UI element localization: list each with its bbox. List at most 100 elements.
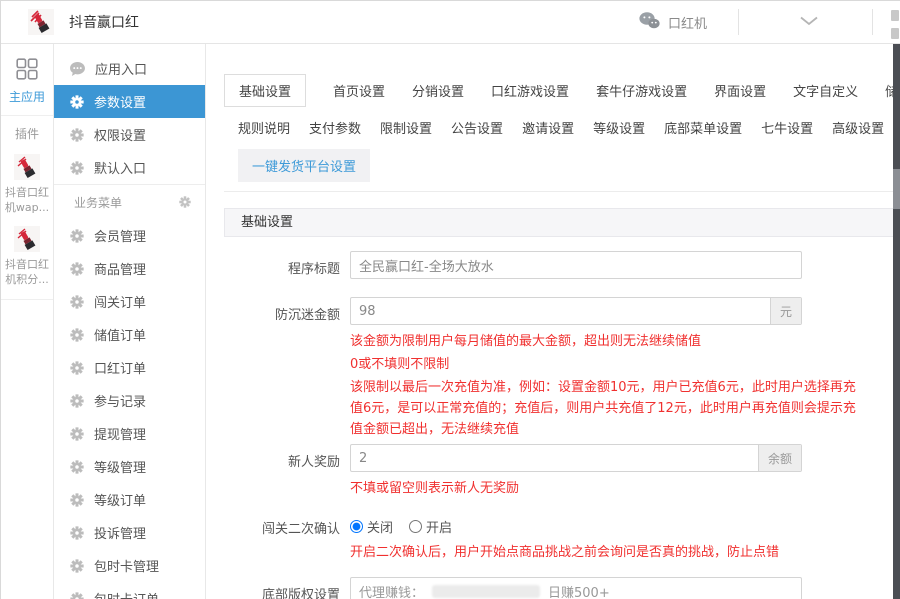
sidebar-item-label: 参数设置 bbox=[94, 96, 147, 111]
sidebar-item-parameter-settings[interactable]: 参数设置 bbox=[54, 85, 205, 118]
tab-分销设置[interactable]: 分销设置 bbox=[412, 75, 464, 106]
gear-icon bbox=[70, 426, 84, 441]
copyright-label: 底部版权设置 bbox=[261, 588, 340, 599]
lipstick-logo-icon bbox=[28, 9, 54, 35]
tab-首页设置[interactable]: 首页设置 bbox=[333, 75, 385, 106]
help-text: 该限制以最后一次充值为准，例如：设置金额10元，用户已充值6元，此时用户选择再充… bbox=[350, 380, 856, 437]
rail-item-main-app[interactable]: 主应用 bbox=[1, 44, 53, 116]
sidebar-item-会员管理[interactable]: 会员管理 bbox=[54, 219, 205, 252]
admin-screen: 抖音赢口红 口红机 主应用 插件 抖音口红机wap... 抖音口红机积分... … bbox=[0, 0, 900, 599]
content-divider bbox=[224, 191, 900, 192]
top-header: 抖音赢口红 口红机 bbox=[1, 1, 900, 44]
sidebar-item-label: 应用入口 bbox=[95, 63, 148, 78]
account-name: 口红机 bbox=[668, 16, 708, 32]
tab-等级设置[interactable]: 等级设置 bbox=[593, 113, 645, 142]
tab-规则说明[interactable]: 规则说明 bbox=[238, 113, 290, 142]
tab-界面设置[interactable]: 界面设置 bbox=[714, 75, 766, 106]
tab-口红游戏设置[interactable]: 口红游戏设置 bbox=[491, 75, 569, 106]
help-text: 不填或留空则表示新人无奖励 bbox=[350, 481, 520, 496]
radio-off-input[interactable] bbox=[350, 520, 363, 533]
second-confirm-label: 闯关二次确认 bbox=[261, 522, 340, 537]
anti-addiction-input[interactable] bbox=[351, 298, 770, 324]
gear-icon bbox=[70, 327, 84, 342]
sidebar-section-business: 业务菜单 bbox=[54, 184, 205, 219]
lipstick-app-icon bbox=[14, 154, 40, 183]
sidebar-item-商品管理[interactable]: 商品管理 bbox=[54, 252, 205, 285]
gear-icon bbox=[70, 261, 84, 276]
sidebar-item-口红订单[interactable]: 口红订单 bbox=[54, 351, 205, 384]
gear-icon bbox=[70, 525, 84, 540]
sidebar-item-闯关订单[interactable]: 闯关订单 bbox=[54, 285, 205, 318]
help-text: 0或不填则不限制 bbox=[350, 357, 450, 372]
lipstick-app-icon bbox=[14, 225, 40, 255]
chevron-down-icon bbox=[800, 15, 818, 30]
gear-icon bbox=[70, 228, 84, 243]
tabs-row-2: 规则说明 支付参数 限制设置 公告设置 邀请设置 等级设置 底部菜单设置 七牛设置 高级设置 bbox=[224, 113, 900, 142]
account-switcher[interactable]: 口红机 bbox=[639, 1, 707, 43]
tab-七牛设置[interactable]: 七牛设置 bbox=[761, 113, 813, 142]
sidebar-item-参与记录[interactable]: 参与记录 bbox=[54, 384, 205, 417]
radio-on[interactable]: 开启 bbox=[409, 517, 452, 536]
sidebar-item-等级管理[interactable]: 等级管理 bbox=[54, 450, 205, 483]
newcomer-reward-input[interactable] bbox=[351, 445, 758, 471]
copyright-input[interactable]: 代理赚钱： 日赚500+ bbox=[350, 577, 802, 599]
gear-icon bbox=[70, 294, 84, 309]
anti-addiction-label: 防沉迷金额 bbox=[274, 308, 340, 323]
clipped-panel-fragment bbox=[891, 28, 899, 39]
sidebar-item-等级订单[interactable]: 等级订单 bbox=[54, 483, 205, 516]
panel-title: 基础设置 bbox=[224, 208, 900, 237]
section-gear-icon[interactable] bbox=[179, 196, 191, 208]
program-title-input[interactable] bbox=[351, 252, 801, 278]
tab-文字自定义[interactable]: 文字自定义 bbox=[793, 75, 858, 106]
menu-business-list: 会员管理 商品管理 闯关订单 储值订单 口红订单 参与记录 提现管理 等级管理 等级订单 投诉管理… bbox=[54, 219, 205, 599]
radio-off[interactable]: 关闭 bbox=[350, 517, 393, 536]
header-divider bbox=[738, 9, 739, 35]
scrollbar-thumb[interactable] bbox=[893, 169, 900, 209]
newcomer-reward-label: 新人奖励 bbox=[287, 455, 340, 470]
gear-icon bbox=[70, 94, 84, 109]
main-content: 基础设置首页设置分销设置口红游戏设置套牛仔游戏设置界面设置文字自定义储值设置 规… bbox=[206, 44, 900, 599]
app-rail: 主应用 插件 抖音口红机wap... 抖音口红机积分... bbox=[1, 44, 54, 599]
sidebar-item-投诉管理[interactable]: 投诉管理 bbox=[54, 516, 205, 549]
gear-icon bbox=[70, 360, 84, 375]
tab-基础设置[interactable]: 基础设置 bbox=[224, 74, 307, 107]
right-edge-panel[interactable] bbox=[893, 44, 900, 599]
settings-form: 程序标题 防沉迷金额 元 该金额为限制用户每月储值的最大金额 bbox=[224, 237, 900, 599]
sidebar-item-label: 默认入口 bbox=[94, 162, 147, 177]
blurred-text bbox=[432, 584, 541, 598]
tab-高级设置[interactable]: 高级设置 bbox=[832, 113, 884, 142]
gear-icon bbox=[70, 492, 84, 507]
sidebar-section-label: 业务菜单 bbox=[74, 195, 123, 210]
program-title-label: 程序标题 bbox=[287, 262, 340, 277]
page-title: 抖音赢口红 bbox=[69, 15, 139, 31]
sidebar-item-default-entry[interactable]: 默认入口 bbox=[54, 151, 205, 184]
tab-one-key-shipping[interactable]: 一键发货平台设置 bbox=[238, 149, 371, 182]
dropdown-toggle[interactable] bbox=[784, 1, 834, 43]
rail-item-app-2[interactable]: 抖音口红机积分... bbox=[1, 225, 53, 288]
clipped-panel-fragment bbox=[891, 10, 899, 21]
radio-on-input[interactable] bbox=[409, 520, 423, 533]
tab-底部菜单设置[interactable]: 底部菜单设置 bbox=[664, 113, 742, 142]
help-text: 该金额为限制用户每月储值的最大金额，超出则无法继续储值 bbox=[350, 334, 702, 349]
rail-app-1-label: 抖音口红机wap... bbox=[4, 186, 50, 214]
sidebar-item-提现管理[interactable]: 提现管理 bbox=[54, 417, 205, 450]
rail-app-2-label: 抖音口红机积分... bbox=[5, 257, 49, 286]
rail-item-app-1[interactable]: 抖音口红机wap... bbox=[1, 154, 53, 216]
tab-邀请设置[interactable]: 邀请设置 bbox=[522, 113, 574, 142]
sidebar-item-app-entry[interactable]: 应用入口 bbox=[54, 52, 205, 85]
grid-icon bbox=[16, 58, 38, 83]
tab-公告设置[interactable]: 公告设置 bbox=[451, 113, 503, 142]
sidebar-item-包时卡订单[interactable]: 包时卡订单 bbox=[54, 582, 205, 599]
sidebar-item-包时卡管理[interactable]: 包时卡管理 bbox=[54, 549, 205, 582]
rail-plugins-label: 插件 bbox=[14, 127, 39, 141]
gear-icon bbox=[70, 591, 84, 599]
sidebar-item-permission-settings[interactable]: 权限设置 bbox=[54, 118, 205, 151]
sidebar-item-label: 权限设置 bbox=[94, 129, 147, 144]
unit-addon: 元 bbox=[769, 298, 801, 324]
tab-套牛仔游戏设置[interactable]: 套牛仔游戏设置 bbox=[596, 75, 687, 106]
sidebar-item-储值订单[interactable]: 储值订单 bbox=[54, 318, 205, 351]
tab-限制设置[interactable]: 限制设置 bbox=[380, 113, 432, 142]
tab-支付参数[interactable]: 支付参数 bbox=[309, 113, 361, 142]
gear-icon bbox=[70, 160, 84, 175]
unit-addon: 余额 bbox=[757, 445, 801, 471]
